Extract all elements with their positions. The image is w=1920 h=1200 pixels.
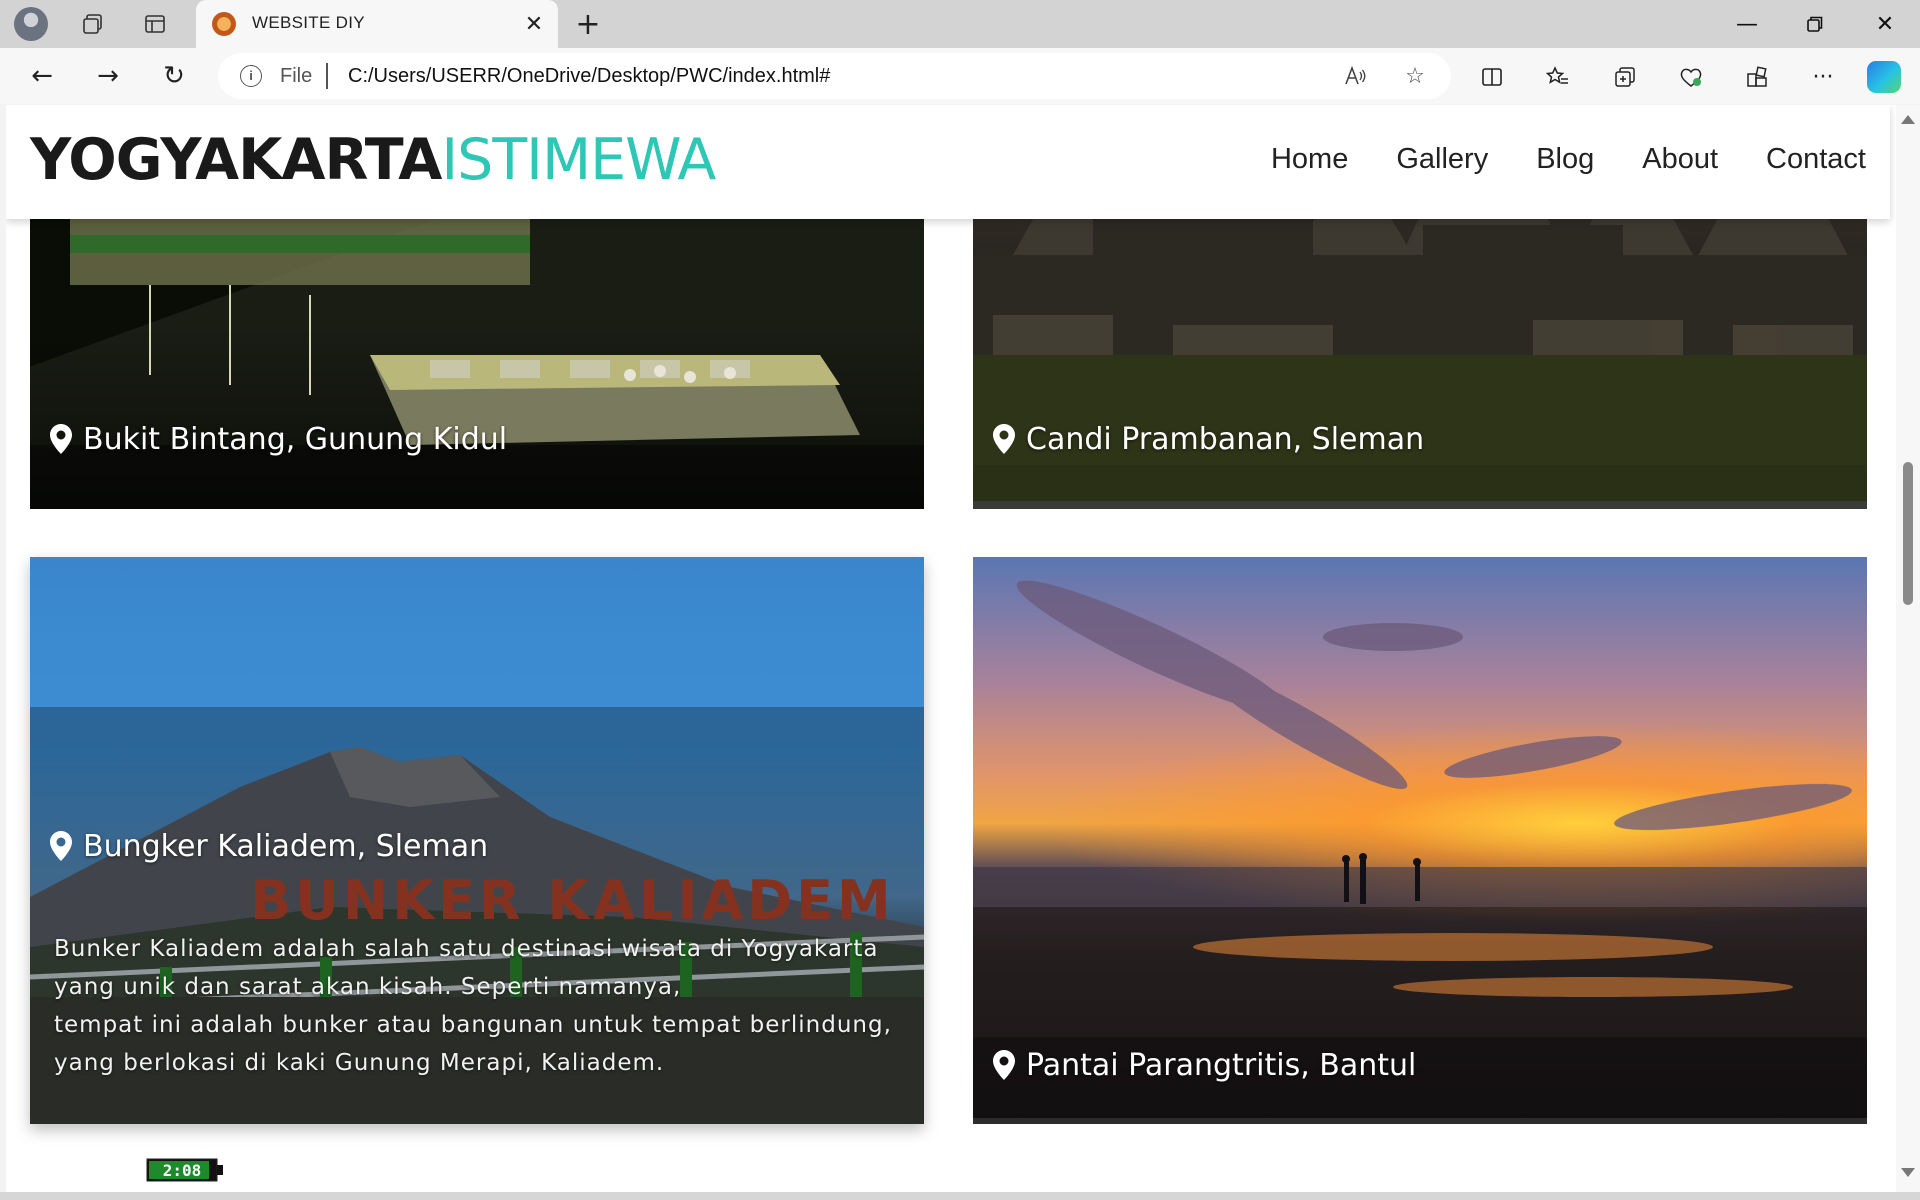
workspaces-icon[interactable] — [76, 7, 110, 41]
close-tab-icon[interactable]: ✕ — [520, 10, 548, 38]
scroll-down-arrow-icon[interactable] — [1901, 1168, 1915, 1177]
logo-primary-text: YOGYAKARTA — [30, 127, 442, 193]
favorites-icon[interactable] — [1541, 60, 1575, 94]
nav-contact[interactable]: Contact — [1766, 143, 1866, 176]
browser-essentials-icon[interactable] — [1674, 60, 1708, 94]
minimize-icon[interactable]: — — [1714, 0, 1780, 48]
location-pin-icon — [50, 831, 72, 861]
back-icon[interactable]: ← — [22, 58, 62, 94]
description-line: Bunker Kaliadem adalah salah satu destin… — [54, 936, 879, 962]
site-favicon-icon — [212, 12, 236, 36]
description-line: tempat ini adalah bunker atau bangunan u… — [54, 1012, 892, 1038]
nav-blog[interactable]: Blog — [1536, 143, 1594, 176]
location-pin-icon — [50, 424, 72, 454]
logo-secondary-text: ISTIMEWA — [441, 127, 716, 193]
profile-avatar-icon[interactable] — [14, 7, 48, 41]
card-title-bungker-kaliadem: Bungker Kaliadem, Sleman — [83, 829, 489, 864]
card-image-pantai-parangtritis — [973, 580, 1867, 1124]
description-line: yang unik dan sarat akan kisah. Seperti … — [54, 974, 682, 1000]
page-viewport: Bukit Bintang, Gunung Kidul Candi Pramba… — [6, 105, 1896, 1192]
tab-title: WEBSITE DIY — [252, 13, 365, 32]
forward-icon[interactable]: → — [88, 58, 128, 94]
scroll-up-arrow-icon[interactable] — [1901, 115, 1915, 124]
card-bottom-bar — [973, 501, 1867, 509]
battery-time: 2:08 — [163, 1161, 202, 1180]
location-pin-icon — [993, 1050, 1015, 1080]
refresh-icon[interactable]: ↻ — [154, 58, 194, 94]
nav-about[interactable]: About — [1642, 143, 1718, 176]
card-title-pantai-parangtritis: Pantai Parangtritis, Bantul — [1026, 1048, 1417, 1083]
browser-toolbar: ← → ↻ i File C:/Users/USERR/OneDrive/Des… — [0, 48, 1920, 104]
tab-website-diy[interactable]: WEBSITE DIY ✕ — [196, 0, 558, 48]
tab-bar: WEBSITE DIY ✕ + — ✕ — [0, 0, 1920, 48]
site-header: YOGYAKARTAISTIMEWA Home Gallery Blog Abo… — [6, 105, 1890, 219]
nav-gallery[interactable]: Gallery — [1396, 143, 1488, 176]
site-logo[interactable]: YOGYAKARTAISTIMEWA — [30, 127, 716, 193]
scroll-thumb[interactable] — [1903, 462, 1913, 605]
address-bar[interactable]: i File C:/Users/USERR/OneDrive/Desktop/P… — [218, 53, 1451, 99]
site-info-icon[interactable]: i — [240, 65, 262, 87]
gallery-card-bungker-kaliadem[interactable]: BUNKER KALIADEM Bungker Kaliadem, Sleman… — [30, 557, 924, 1124]
window-bottom-edge — [0, 1192, 1920, 1200]
description-line: yang berlokasi di kaki Gunung Merapi, Ka… — [54, 1050, 665, 1076]
card-title-bukit-bintang: Bukit Bintang, Gunung Kidul — [83, 422, 508, 457]
address-scheme-label: File — [280, 65, 313, 87]
new-tab-icon[interactable]: + — [570, 6, 606, 42]
close-window-icon[interactable]: ✕ — [1852, 0, 1918, 48]
vertical-tabs-icon[interactable] — [138, 7, 172, 41]
more-options-icon[interactable]: ··· — [1806, 60, 1840, 94]
extensions-icon[interactable] — [1740, 60, 1774, 94]
favorite-star-icon[interactable]: ☆ — [1400, 61, 1430, 91]
location-pin-icon — [993, 424, 1015, 454]
copilot-icon[interactable] — [1867, 61, 1901, 93]
site-nav: Home Gallery Blog About Contact — [1271, 143, 1866, 176]
restore-icon[interactable] — [1782, 0, 1848, 48]
collections-icon[interactable] — [1608, 60, 1642, 94]
nav-home[interactable]: Home — [1271, 143, 1348, 176]
gallery-card-pantai-parangtritis[interactable]: Pantai Parangtritis, Bantul — [973, 557, 1867, 1124]
read-aloud-icon[interactable] — [1340, 61, 1370, 91]
battery-overlay-icon: 2:08 — [146, 1158, 223, 1182]
card-title-candi-prambanan: Candi Prambanan, Sleman — [1026, 422, 1425, 457]
page-scrollbar[interactable] — [1896, 105, 1920, 1192]
address-url[interactable]: C:/Users/USERR/OneDrive/Desktop/PWC/inde… — [348, 65, 830, 88]
address-separator — [326, 63, 328, 89]
card-description-bungker-kaliadem: Bunker Kaliadem adalah salah satu destin… — [54, 930, 904, 1082]
card-bottom-bar — [973, 1118, 1867, 1124]
split-screen-icon[interactable] — [1475, 60, 1509, 94]
